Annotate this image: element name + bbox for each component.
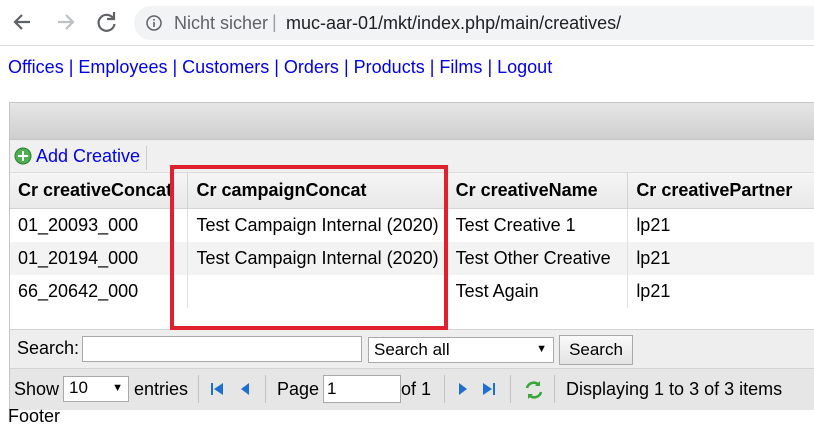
show-label: Show bbox=[14, 379, 60, 399]
nav-separator: | bbox=[487, 57, 493, 77]
info-icon[interactable] bbox=[146, 15, 162, 31]
search-bar: Search: Search all ▼ Search bbox=[10, 329, 814, 368]
entries-value: 10 bbox=[69, 378, 88, 397]
pager-separator bbox=[554, 375, 555, 403]
table-row[interactable]: 01_20093_000 Test Campaign Internal (202… bbox=[10, 208, 814, 242]
previous-page-icon[interactable] bbox=[236, 380, 254, 398]
add-creative-label: Add Creative bbox=[36, 146, 141, 166]
nav-link-logout[interactable]: Logout bbox=[497, 57, 552, 77]
add-creative-button[interactable]: Add Creative bbox=[14, 146, 148, 170]
cell-creative-partner: lp21 bbox=[627, 242, 814, 275]
column-header-creative-partner[interactable]: Cr creativePartner bbox=[627, 173, 814, 209]
reload-icon[interactable] bbox=[92, 8, 120, 36]
pager-separator bbox=[198, 375, 199, 403]
add-circle-icon bbox=[14, 147, 32, 165]
cell-campaign-concat: Test Campaign Internal (2020) bbox=[187, 242, 448, 275]
pager-status: Displaying 1 to 3 of 3 items bbox=[566, 379, 783, 399]
column-header-creative-name[interactable]: Cr creativeName bbox=[447, 173, 629, 209]
cell-creative-partner: lp21 bbox=[627, 208, 814, 242]
cell-creative-partner: lp21 bbox=[627, 275, 814, 308]
cell-creative-concat: 66_20642_000 bbox=[10, 275, 189, 308]
dropdown-arrow-icon: ▼ bbox=[112, 382, 123, 394]
nav-link-offices[interactable]: Offices bbox=[8, 57, 64, 77]
cell-creative-name: Test Creative 1 bbox=[447, 208, 629, 242]
page-count-label: of 1 bbox=[401, 379, 432, 399]
page-number-input[interactable] bbox=[323, 375, 401, 403]
pager-separator bbox=[444, 375, 445, 403]
cell-creative-concat: 01_20194_000 bbox=[10, 242, 189, 275]
url-text[interactable]: muc-aar-01/mkt/index.php/main/creatives/ bbox=[286, 13, 621, 34]
table-header-row: Cr creativeConcat Cr campaignConcat Cr c… bbox=[10, 173, 814, 209]
search-field-select[interactable]: Search all ▼ bbox=[368, 337, 554, 363]
search-input[interactable] bbox=[82, 336, 362, 362]
nav-link-products[interactable]: Products bbox=[354, 57, 425, 77]
table-row[interactable]: 66_20642_000 Test Again lp21 bbox=[10, 275, 814, 308]
forward-arrow-icon[interactable] bbox=[52, 8, 80, 36]
cell-campaign-concat bbox=[187, 275, 448, 308]
nav-separator: | bbox=[429, 57, 435, 77]
column-header-creative-concat[interactable]: Cr creativeConcat bbox=[10, 173, 189, 209]
creatives-table: Cr creativeConcat Cr campaignConcat Cr c… bbox=[10, 173, 814, 308]
column-header-campaign-concat[interactable]: Cr campaignConcat bbox=[187, 173, 448, 209]
security-label: Nicht sicher bbox=[174, 13, 269, 33]
search-button[interactable]: Search bbox=[559, 335, 633, 365]
cell-campaign-concat: Test Campaign Internal (2020) bbox=[187, 208, 448, 242]
entries-select[interactable]: 10 ▼ bbox=[63, 376, 129, 402]
nav-separator: | bbox=[172, 57, 178, 77]
next-page-icon[interactable] bbox=[454, 380, 472, 398]
page-label: Page bbox=[277, 379, 320, 399]
cell-creative-concat: 01_20093_000 bbox=[10, 208, 189, 242]
nav-separator: | bbox=[343, 57, 349, 77]
page-footer: Footer bbox=[8, 406, 61, 426]
main-nav: Offices | Employees | Customers | Orders… bbox=[8, 57, 552, 78]
pager-separator bbox=[265, 375, 266, 403]
search-field-selected: Search all bbox=[374, 340, 450, 359]
address-separator: | bbox=[272, 12, 277, 32]
grid-title-bar bbox=[10, 103, 814, 140]
creatives-grid: Add Creative Cr creativeConcat Cr campai… bbox=[9, 102, 814, 410]
cell-creative-name: Test Other Creative bbox=[447, 242, 629, 275]
table-row[interactable]: 01_20194_000 Test Campaign Internal (202… bbox=[10, 242, 814, 275]
dropdown-arrow-icon: ▼ bbox=[536, 343, 547, 355]
nav-link-films[interactable]: Films bbox=[439, 57, 482, 77]
nav-link-employees[interactable]: Employees bbox=[78, 57, 167, 77]
address-bar[interactable]: Nicht sicher | muc-aar-01/mkt/index.php/… bbox=[134, 6, 814, 40]
browser-toolbar: Nicht sicher | muc-aar-01/mkt/index.php/… bbox=[0, 0, 814, 46]
nav-separator: | bbox=[68, 57, 74, 77]
refresh-icon[interactable] bbox=[523, 379, 545, 401]
back-arrow-icon[interactable] bbox=[8, 8, 36, 36]
search-label: Search: bbox=[17, 338, 80, 358]
entries-label: entries bbox=[134, 379, 189, 399]
nav-link-orders[interactable]: Orders bbox=[284, 57, 339, 77]
cell-creative-name: Test Again bbox=[447, 275, 629, 308]
grid-toolbar: Add Creative bbox=[10, 140, 814, 173]
first-page-icon[interactable] bbox=[208, 380, 226, 398]
last-page-icon[interactable] bbox=[480, 380, 498, 398]
pagination-bar: Show 10 ▼ entries Page of 1 Displaying 1… bbox=[10, 368, 814, 410]
nav-separator: | bbox=[274, 57, 279, 77]
nav-link-customers[interactable]: Customers bbox=[182, 57, 269, 77]
pager-separator bbox=[510, 375, 511, 403]
